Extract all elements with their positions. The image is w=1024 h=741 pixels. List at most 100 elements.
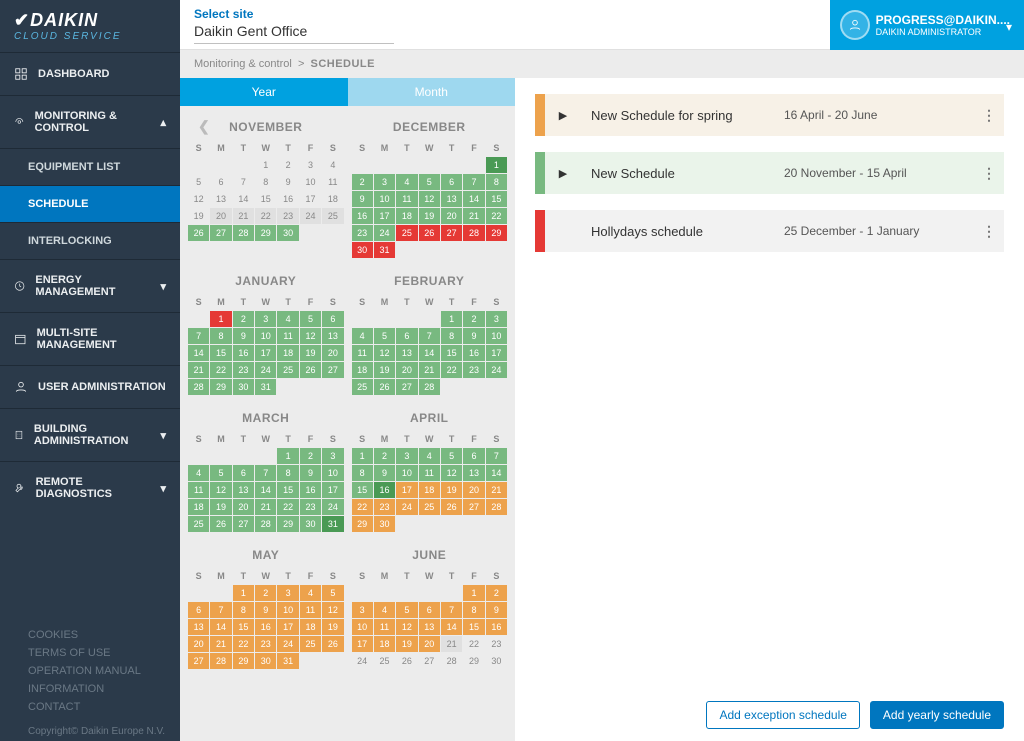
day-cell[interactable]: 25: [419, 499, 440, 515]
day-cell[interactable]: 10: [374, 191, 395, 207]
day-cell[interactable]: 12: [188, 191, 209, 207]
day-cell[interactable]: 24: [300, 208, 321, 224]
nav-multisite[interactable]: MULTI-SITE MANAGEMENT: [0, 313, 180, 365]
day-cell[interactable]: 25: [396, 225, 417, 241]
day-cell[interactable]: 7: [419, 328, 440, 344]
day-cell[interactable]: 18: [322, 191, 343, 207]
day-cell[interactable]: 8: [463, 602, 484, 618]
site-selector[interactable]: Select site Daikin Gent Office: [194, 5, 394, 44]
day-cell[interactable]: 9: [463, 328, 484, 344]
kebab-menu-icon[interactable]: ⋮: [974, 165, 1004, 182]
day-cell[interactable]: 7: [441, 602, 462, 618]
day-cell[interactable]: 2: [352, 174, 373, 190]
day-cell[interactable]: 16: [277, 191, 298, 207]
day-cell[interactable]: 5: [374, 328, 395, 344]
nav-building[interactable]: BUILDING ADMINISTRATION ▾: [0, 409, 180, 461]
day-cell[interactable]: 15: [210, 345, 231, 361]
day-cell[interactable]: 28: [441, 653, 462, 669]
day-cell[interactable]: 28: [188, 379, 209, 395]
day-cell[interactable]: 22: [352, 499, 373, 515]
day-cell[interactable]: 12: [441, 465, 462, 481]
nav-dashboard[interactable]: DASHBOARD: [0, 53, 180, 95]
day-cell[interactable]: 3: [396, 448, 417, 464]
day-cell[interactable]: 4: [419, 448, 440, 464]
day-cell[interactable]: 14: [463, 191, 484, 207]
day-cell[interactable]: 21: [188, 362, 209, 378]
day-cell[interactable]: 3: [374, 174, 395, 190]
day-cell[interactable]: 21: [441, 636, 462, 652]
expand-icon[interactable]: ▶: [545, 109, 581, 122]
day-cell[interactable]: 5: [396, 602, 417, 618]
day-cell[interactable]: 12: [374, 345, 395, 361]
day-cell[interactable]: 6: [233, 465, 254, 481]
day-cell[interactable]: 6: [322, 311, 343, 327]
day-cell[interactable]: 27: [322, 362, 343, 378]
day-cell[interactable]: 7: [210, 602, 231, 618]
day-cell[interactable]: 1: [255, 157, 276, 173]
expand-icon[interactable]: ▶: [545, 167, 581, 180]
day-cell[interactable]: 15: [233, 619, 254, 635]
day-cell[interactable]: 18: [300, 619, 321, 635]
day-cell[interactable]: 11: [419, 465, 440, 481]
day-cell[interactable]: 8: [352, 465, 373, 481]
day-cell[interactable]: 14: [233, 191, 254, 207]
day-cell[interactable]: 30: [255, 653, 276, 669]
day-cell[interactable]: 19: [441, 482, 462, 498]
day-cell[interactable]: 11: [300, 602, 321, 618]
footer-terms[interactable]: TERMS OF USE: [28, 644, 152, 662]
day-cell[interactable]: 29: [255, 225, 276, 241]
day-cell[interactable]: 8: [255, 174, 276, 190]
day-cell[interactable]: 3: [300, 157, 321, 173]
day-cell[interactable]: 20: [419, 636, 440, 652]
day-cell[interactable]: 31: [255, 379, 276, 395]
nav-energy[interactable]: ENERGY MANAGEMENT ▾: [0, 260, 180, 312]
user-menu[interactable]: PROGRESS@DAIKIN.... DAIKIN ADMINISTRATOR…: [830, 0, 1024, 50]
day-cell[interactable]: 16: [463, 345, 484, 361]
day-cell[interactable]: 7: [486, 448, 507, 464]
day-cell[interactable]: 15: [486, 191, 507, 207]
day-cell[interactable]: 21: [255, 499, 276, 515]
day-cell[interactable]: 27: [188, 653, 209, 669]
day-cell[interactable]: 6: [441, 174, 462, 190]
day-cell[interactable]: 26: [374, 379, 395, 395]
day-cell[interactable]: 17: [396, 482, 417, 498]
day-cell[interactable]: 9: [374, 465, 395, 481]
day-cell[interactable]: 4: [300, 585, 321, 601]
day-cell[interactable]: 10: [322, 465, 343, 481]
day-cell[interactable]: 2: [374, 448, 395, 464]
day-cell[interactable]: 16: [233, 345, 254, 361]
day-cell[interactable]: 24: [352, 653, 373, 669]
day-cell[interactable]: 22: [486, 208, 507, 224]
day-cell[interactable]: 25: [188, 516, 209, 532]
day-cell[interactable]: 5: [419, 174, 440, 190]
day-cell[interactable]: 18: [277, 345, 298, 361]
day-cell[interactable]: 31: [322, 516, 343, 532]
tab-month[interactable]: Month: [348, 78, 516, 106]
footer-info[interactable]: INFORMATION: [28, 680, 152, 698]
day-cell[interactable]: 2: [486, 585, 507, 601]
day-cell[interactable]: 15: [277, 482, 298, 498]
day-cell[interactable]: 5: [300, 311, 321, 327]
day-cell[interactable]: 17: [322, 482, 343, 498]
kebab-menu-icon[interactable]: ⋮: [974, 223, 1004, 240]
day-cell[interactable]: 9: [277, 174, 298, 190]
day-cell[interactable]: 23: [352, 225, 373, 241]
day-cell[interactable]: 26: [322, 636, 343, 652]
day-cell[interactable]: 25: [352, 379, 373, 395]
day-cell[interactable]: 14: [486, 465, 507, 481]
day-cell[interactable]: 22: [277, 499, 298, 515]
day-cell[interactable]: 5: [188, 174, 209, 190]
day-cell[interactable]: 29: [463, 653, 484, 669]
day-cell[interactable]: 18: [396, 208, 417, 224]
day-cell[interactable]: 27: [419, 653, 440, 669]
day-cell[interactable]: 30: [277, 225, 298, 241]
day-cell[interactable]: 28: [486, 499, 507, 515]
day-cell[interactable]: 7: [255, 465, 276, 481]
breadcrumb-parent[interactable]: Monitoring & control: [194, 58, 292, 70]
day-cell[interactable]: 17: [486, 345, 507, 361]
day-cell[interactable]: 20: [322, 345, 343, 361]
day-cell[interactable]: 24: [277, 636, 298, 652]
day-cell[interactable]: 20: [396, 362, 417, 378]
day-cell[interactable]: 12: [396, 619, 417, 635]
day-cell[interactable]: 26: [441, 499, 462, 515]
